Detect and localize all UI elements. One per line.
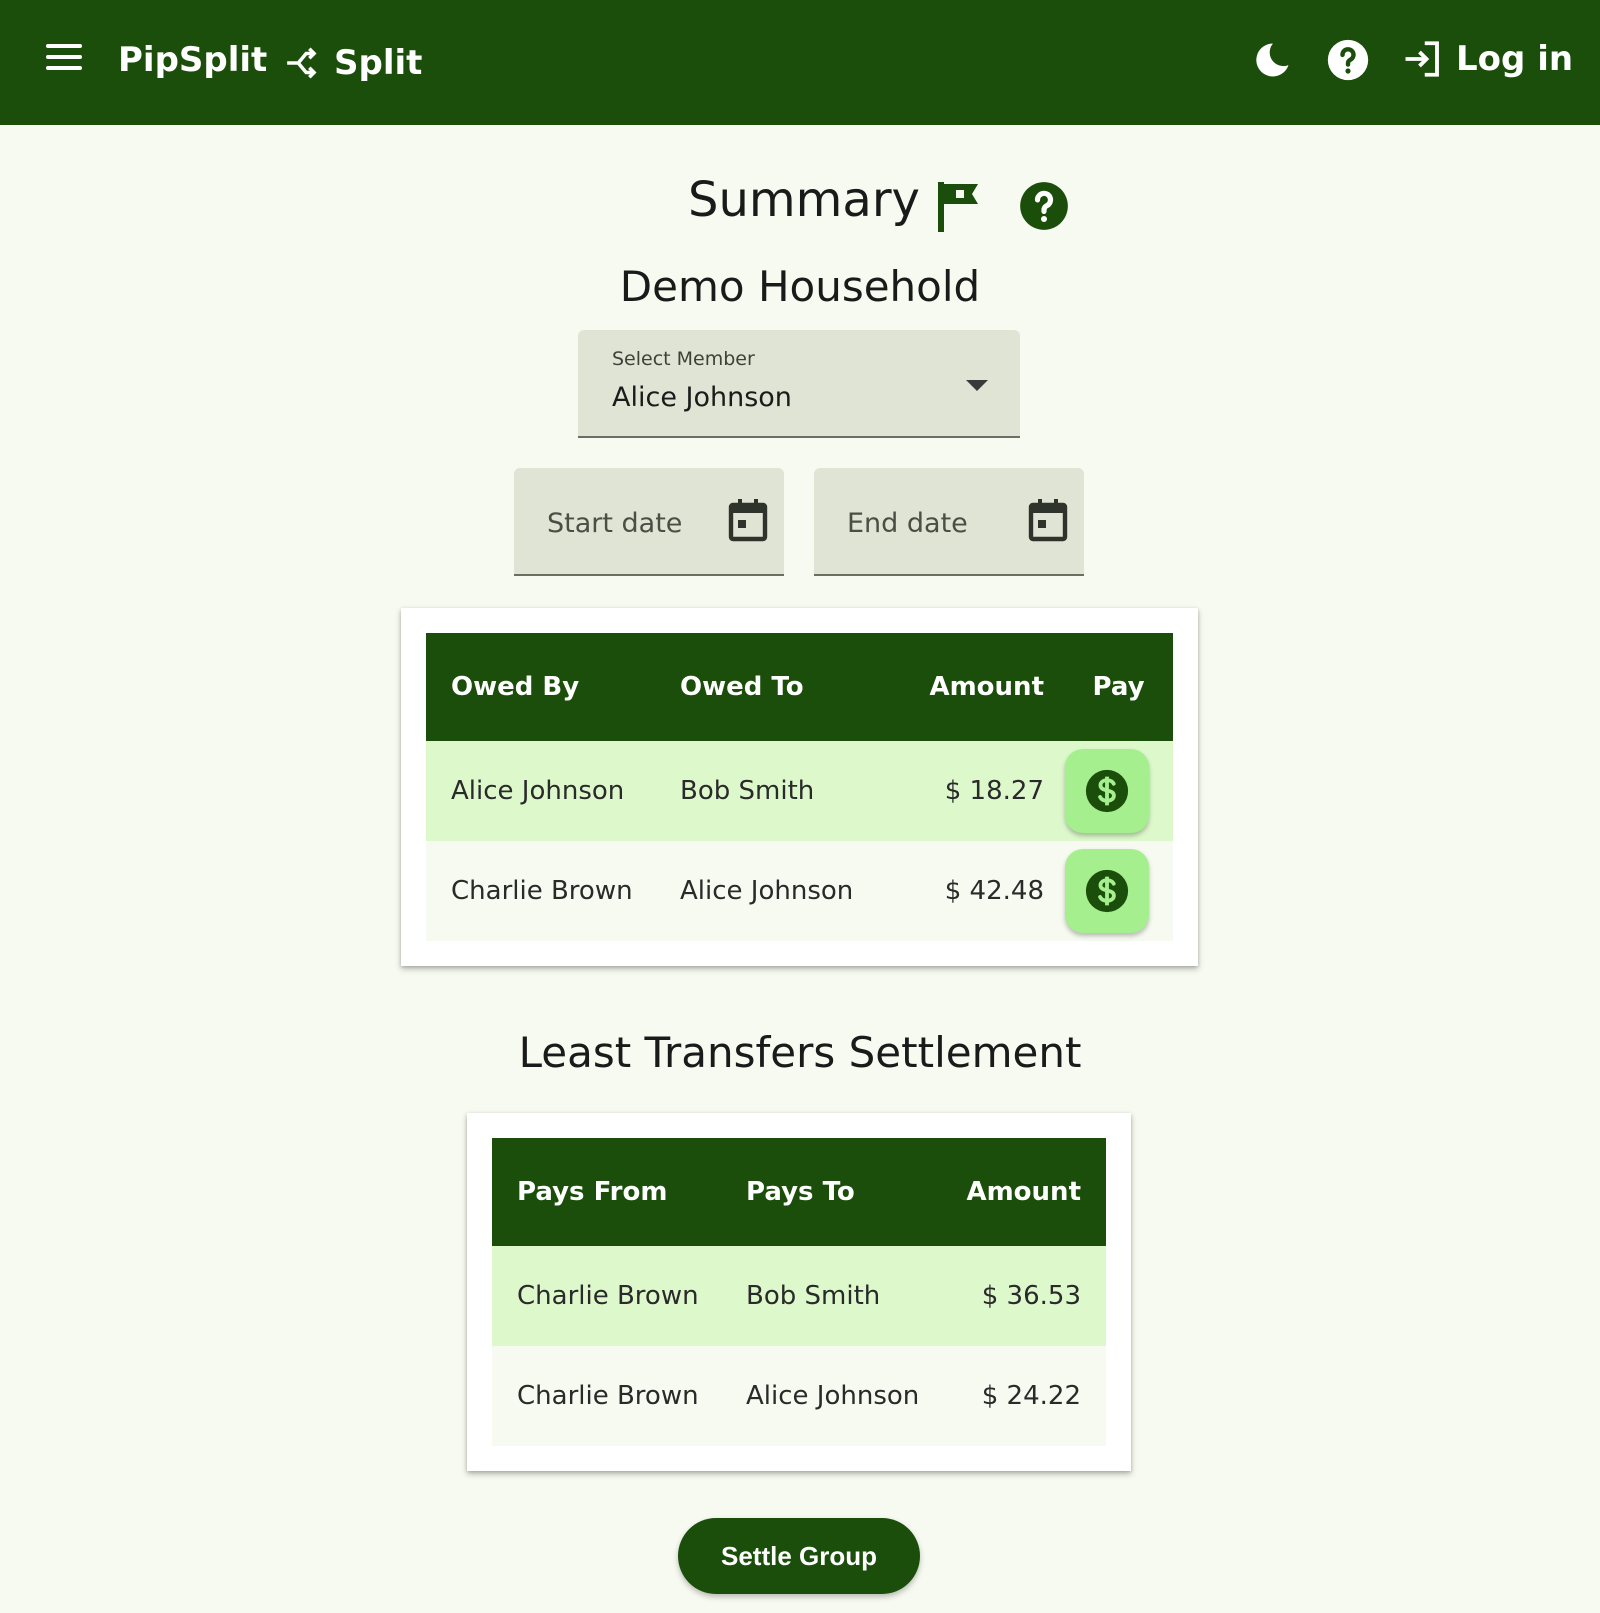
page-title: Summary [688,172,920,228]
login-label: Log in [1456,39,1574,79]
table-row: Charlie Brown Alice Johnson $ 42.48 [426,841,1173,941]
owed-to-cell: Alice Johnson [660,841,874,941]
split-nav-link[interactable]: Split [284,40,422,86]
calendar-icon[interactable] [1028,498,1068,542]
split-nav-label: Split [334,43,423,83]
column-header: Owed To [660,633,874,741]
split-icon [287,47,317,79]
table-row: Alice Johnson Bob Smith $ 18.27 [426,741,1173,841]
pay-button[interactable] [1065,749,1149,833]
column-header: Owed By [426,633,660,741]
owed-by-cell: Charlie Brown [426,841,660,941]
top-app-bar: PipSplit Split Log in [0,0,1600,125]
pay-cell [1044,841,1173,941]
debts-card: Owed By Owed To Amount Pay Alice Johnson… [401,608,1198,966]
amount-cell: $ 18.27 [874,741,1044,841]
settlement-table: Pays From Pays To Amount Charlie Brown B… [492,1138,1106,1446]
help-icon[interactable] [1326,38,1370,82]
start-date-field[interactable]: Start date [514,468,784,576]
table-header-row: Pays From Pays To Amount [492,1138,1106,1246]
flag-icon[interactable] [934,178,982,234]
amount-cell: $ 42.48 [874,841,1044,941]
end-date-placeholder: End date [847,508,968,539]
pays-from-cell: Charlie Brown [492,1346,726,1446]
amount-cell: $ 24.22 [956,1346,1106,1446]
owed-to-cell: Bob Smith [660,741,874,841]
column-header: Amount [874,633,1044,741]
column-header: Pay [1044,633,1173,741]
dark-mode-icon[interactable] [1250,38,1294,82]
dollar-icon [1085,769,1129,813]
brand-link[interactable]: PipSplit [118,40,267,80]
member-select[interactable]: Select Member Alice Johnson [578,330,1020,438]
group-name: Demo Household [619,262,981,311]
menu-icon[interactable] [46,44,86,80]
pays-to-cell: Bob Smith [726,1246,956,1346]
table-row: Charlie Brown Alice Johnson $ 24.22 [492,1346,1106,1446]
settlement-title: Least Transfers Settlement [518,1028,1082,1077]
member-select-value: Alice Johnson [612,382,792,413]
pays-to-cell: Alice Johnson [726,1346,956,1446]
end-date-field[interactable]: End date [814,468,1084,576]
pay-cell [1044,741,1173,841]
debts-table: Owed By Owed To Amount Pay Alice Johnson… [426,633,1173,941]
amount-cell: $ 36.53 [956,1246,1106,1346]
owed-by-cell: Alice Johnson [426,741,660,841]
column-header: Pays From [492,1138,726,1246]
member-select-label: Select Member [612,348,755,370]
column-header: Pays To [726,1138,956,1246]
pays-from-cell: Charlie Brown [492,1246,726,1346]
summary-help-icon[interactable] [1018,180,1070,232]
start-date-placeholder: Start date [547,508,683,539]
login-icon [1405,41,1439,77]
table-header-row: Owed By Owed To Amount Pay [426,633,1173,741]
settle-group-button[interactable]: Settle Group [678,1518,920,1594]
table-row: Charlie Brown Bob Smith $ 36.53 [492,1246,1106,1346]
chevron-down-icon [966,380,988,391]
dollar-icon [1085,869,1129,913]
column-header: Amount [956,1138,1106,1246]
pay-button[interactable] [1065,849,1149,933]
settlement-card: Pays From Pays To Amount Charlie Brown B… [467,1113,1131,1471]
login-button[interactable]: Log in [1402,38,1573,80]
calendar-icon[interactable] [728,498,768,542]
